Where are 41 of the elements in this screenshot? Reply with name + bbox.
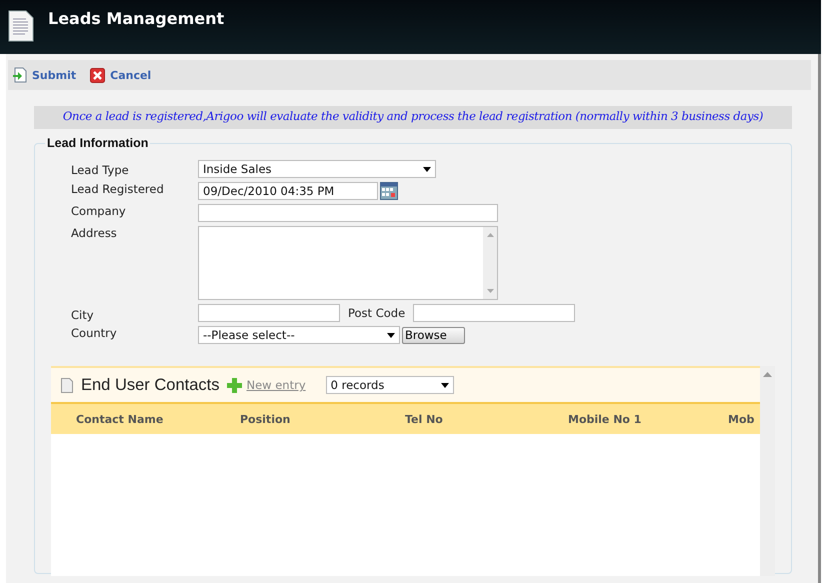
lead-type-select[interactable]: Inside Sales [198,160,436,178]
column-header: Mob [727,412,756,426]
submit-button[interactable]: Submit [13,67,76,83]
plus-icon [227,378,242,392]
cancel-button[interactable]: Cancel [90,68,152,82]
field-label: Lead Registered [71,182,165,198]
scroll-down-icon [486,289,494,293]
notice-text: Once a lead is registered,Arigoo will evaluate the validity and process the lead registration (normally within 3 business days) [34,106,792,129]
dropdown-arrow-icon [423,166,431,172]
city-field[interactable] [198,304,340,322]
calendar-icon[interactable] [380,182,398,200]
dropdown-arrow-icon [440,382,449,388]
document-icon [8,10,34,42]
records-select[interactable]: 0 records [326,376,454,394]
scrollbar[interactable] [760,366,775,576]
scroll-up-icon [763,372,772,377]
field-label: Address [71,226,118,242]
scroll-up-icon [486,233,494,237]
close-icon [90,68,106,82]
column-header: Position [239,412,292,426]
post-code-field[interactable] [413,304,576,322]
address-field[interactable] [198,226,498,300]
column-header: Tel No [404,412,444,426]
window-title: Leads Management [48,8,224,28]
column-header: Mobile No 1 [567,412,642,426]
field-label: Post Code [348,306,406,320]
company-field[interactable] [198,204,498,222]
field-label: Company [71,204,127,220]
field-label: Lead Type [71,162,130,178]
dropdown-arrow-icon [387,332,395,338]
column-header: Contact Name [75,412,164,426]
section-title: End User Contacts [81,376,220,394]
submit-icon [13,67,27,83]
field-label: City [71,308,95,322]
scrollbar[interactable] [483,227,497,299]
field-label: Country [71,326,118,342]
browse-button[interactable]: Browse [402,326,465,344]
country-select[interactable]: --Please select-- [198,326,400,344]
section-legend: Lead Information [45,136,150,150]
document-icon [61,378,73,392]
date-field[interactable]: 09/Dec/2010 04:35 PM [198,182,378,200]
